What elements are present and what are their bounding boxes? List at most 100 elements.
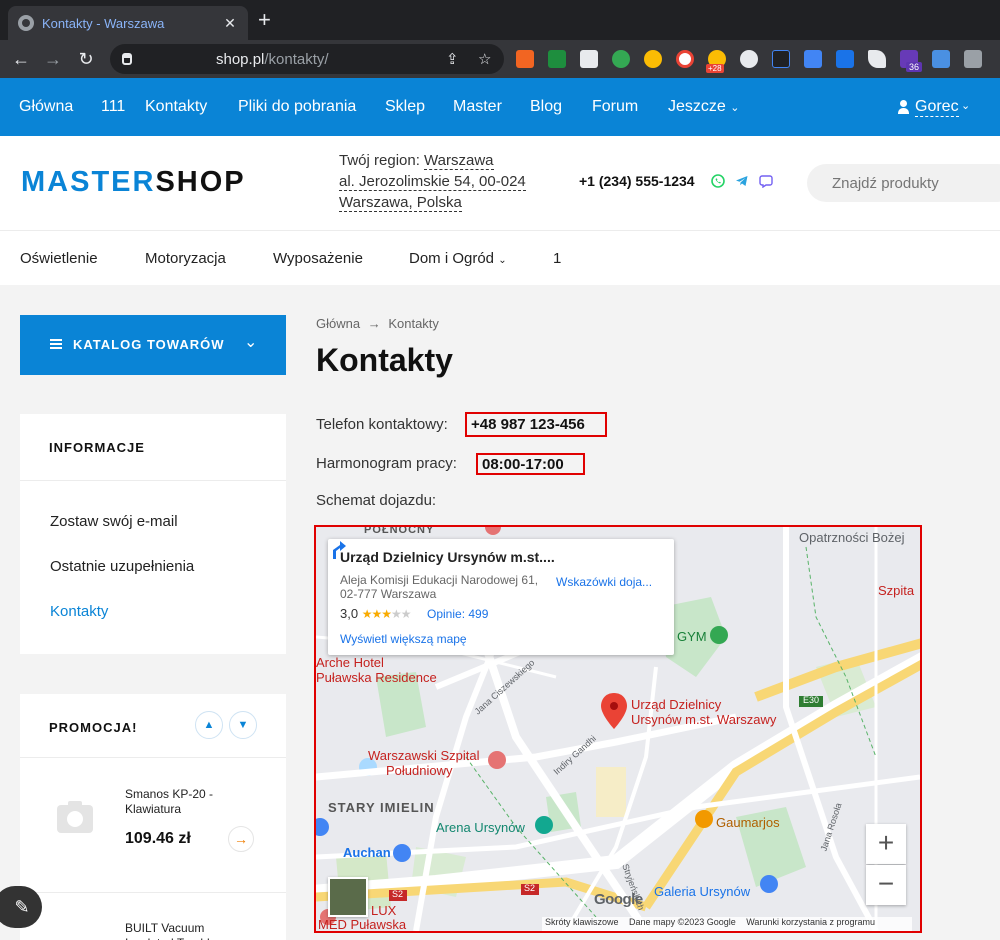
terms-link[interactable]: Warunki korzystania z programu [746,917,875,927]
product-price: 109.46 zł [125,830,191,847]
map-label-s2: S2 [524,883,536,893]
map-pin-label: Urząd Dzielnicy [631,697,722,712]
view-larger-map-link[interactable]: Wyświetl większą mapę [340,632,467,646]
promo-panel: PROMOCJA! ▲ ▼ Smanos KP-20 - Klawiatura … [20,694,286,940]
info-link-email[interactable]: Zostaw swój e-mail [50,513,178,530]
category-motoryzacja[interactable]: Motoryzacja [145,250,226,267]
puzzle-extensions-icon[interactable] [964,50,982,68]
close-tab-icon[interactable]: ✕ [222,15,238,32]
edit-pencil-button[interactable]: ✎ [0,886,42,928]
camera-icon[interactable] [57,801,93,833]
green-extension-icon[interactable] [612,50,630,68]
lock-extension-icon[interactable] [676,50,694,68]
info-link-updates[interactable]: Ostatnie uzupełnienia [50,558,194,575]
chevron-down-icon: ⌄ [244,334,258,351]
bookmark-star-icon[interactable]: ☆ [478,50,491,68]
weather-badge: +28 [706,64,724,73]
chevron-up-icon: ▲ [203,719,215,731]
browser-toolbar: ← → ↻ shop.pl/kontakty/ ⇪ ☆ +28 36 [0,40,1000,78]
rss-extension-icon[interactable] [516,50,534,68]
map-label-auchan: Auchan [343,845,391,860]
color-extension-icon[interactable] [644,50,662,68]
tab-title: Kontakty - Warszawa [42,15,165,31]
phone-label: Telefon kontaktowy: [316,416,448,433]
product-arrow-button[interactable]: → [228,826,254,852]
nav-item-blog[interactable]: Blog [530,98,562,116]
region-selector[interactable]: Twój region: Warszawa al. Jerozolimskie … [339,150,526,213]
catalog-button[interactable]: KATALOG TOWARÓW ⌄ [20,315,286,375]
place-address: Aleja Komisji Edukacji Narodowej 61, 02-… [340,573,539,601]
directions-icon[interactable] [328,539,350,561]
telegram-icon[interactable] [735,174,749,188]
chevron-down-icon[interactable]: ⌄ [961,99,970,112]
google-map[interactable]: PÓŁNOCNY Opatrzności Bożej Szpita GYM Ar… [314,525,922,933]
info-title: INFORMACJE [49,440,145,455]
reload-icon[interactable]: ↻ [75,48,97,70]
keyboard-shortcuts-link[interactable]: Skróty klawiszowe [545,917,619,927]
nav-item-jeszcze[interactable]: Jeszcze ⌄ [668,98,739,116]
satellite-toggle[interactable] [328,877,368,917]
map-label-arena: Arena Ursynów [436,820,525,835]
product-name[interactable]: BUILT Vacuum Insulated Tumbler [125,921,245,940]
category-1[interactable]: 1 [553,250,561,267]
map-label-hospital: Szpita [878,583,915,598]
nav-item-master[interactable]: Master [453,98,502,116]
directions-link[interactable]: Wskazówki doja... [556,575,652,589]
nav-item-glowna[interactable]: Główna [19,98,73,116]
nav-item-pliki[interactable]: Pliki do pobrania [238,98,356,116]
forward-icon[interactable]: → [42,48,64,70]
new-tab-button[interactable]: + [258,8,271,32]
whatsapp-icon[interactable] [711,174,725,188]
nav-item-forum[interactable]: Forum [592,98,638,116]
promo-next-button[interactable]: ▼ [229,711,257,739]
catalog-label: KATALOG TOWARÓW [73,337,225,352]
browser-tab-bar: Kontakty - Warszawa ✕ + [0,0,1000,40]
hours-value: 08:00-17:00 [476,453,585,475]
map-label-gaumarjos: Gaumarjos [716,815,780,830]
category-dom-i-ogrod[interactable]: Dom i Ogród ⌄ [409,250,507,267]
map-label-hotel: Arche Hotel [316,655,384,670]
share-icon[interactable]: ⇪ [446,50,459,68]
category-bar: Oświetlenie Motoryzacja Wyposażenie Dom … [0,230,1000,285]
mail-extension-icon[interactable] [580,50,598,68]
map-pin-label: Ursynów m.st. Warszawy [631,712,777,727]
site-logo[interactable]: MASTERSHOP [21,166,246,199]
nav-item-sklep[interactable]: Sklep [385,98,425,116]
map-label-gym: GYM [677,629,707,644]
viber-icon[interactable] [759,174,773,188]
user-menu[interactable]: Gorec [915,98,959,117]
phone-value: +48 987 123-456 [465,412,607,437]
info-link-kontakty[interactable]: Kontakty [50,603,108,620]
category-oswietlenie[interactable]: Oświetlenie [20,250,98,267]
globe-icon [18,15,34,31]
map-label-opatrznosci: Opatrzności Bożej [799,530,905,545]
browser-tab[interactable]: Kontakty - Warszawa ✕ [8,6,248,40]
gmail-extension-icon[interactable] [548,50,566,68]
back-icon[interactable]: ← [10,48,32,70]
window-extension-icon[interactable] [836,50,854,68]
translate-extension-icon[interactable] [804,50,822,68]
page-title: Kontakty [316,342,453,378]
category-wyposazenie[interactable]: Wyposażenie [273,250,363,267]
promo-prev-button[interactable]: ▲ [195,711,223,739]
site-header: MASTERSHOP Twój region: Warszawa al. Jer… [0,136,1000,230]
download-extension-icon[interactable] [932,50,950,68]
place-rating: 3,0 ★★★★★ [340,606,411,621]
zoom-in-button[interactable]: + [866,824,906,864]
glasses-extension-icon[interactable] [740,50,758,68]
menu-icon [50,339,62,349]
product-name[interactable]: Smanos KP-20 - Klawiatura [125,787,245,817]
chevron-down-icon: ▼ [237,719,249,731]
picker-extension-icon[interactable] [868,50,886,68]
address-bar[interactable]: shop.pl/kontakty/ ⇪ ☆ [110,44,504,74]
google-logo: Google [594,891,643,908]
nav-item-111[interactable]: 111 [101,98,125,116]
place-reviews-link[interactable]: Opinie: 499 [427,607,488,621]
zoom-out-button[interactable]: − [866,865,906,905]
search-input[interactable] [807,164,1000,202]
divider [20,757,286,758]
nav-item-kontakty[interactable]: Kontakty [145,98,207,116]
n-extension-icon[interactable] [772,50,790,68]
breadcrumb-home[interactable]: Główna [316,316,360,331]
header-phone[interactable]: +1 (234) 555-1234 [579,173,695,189]
